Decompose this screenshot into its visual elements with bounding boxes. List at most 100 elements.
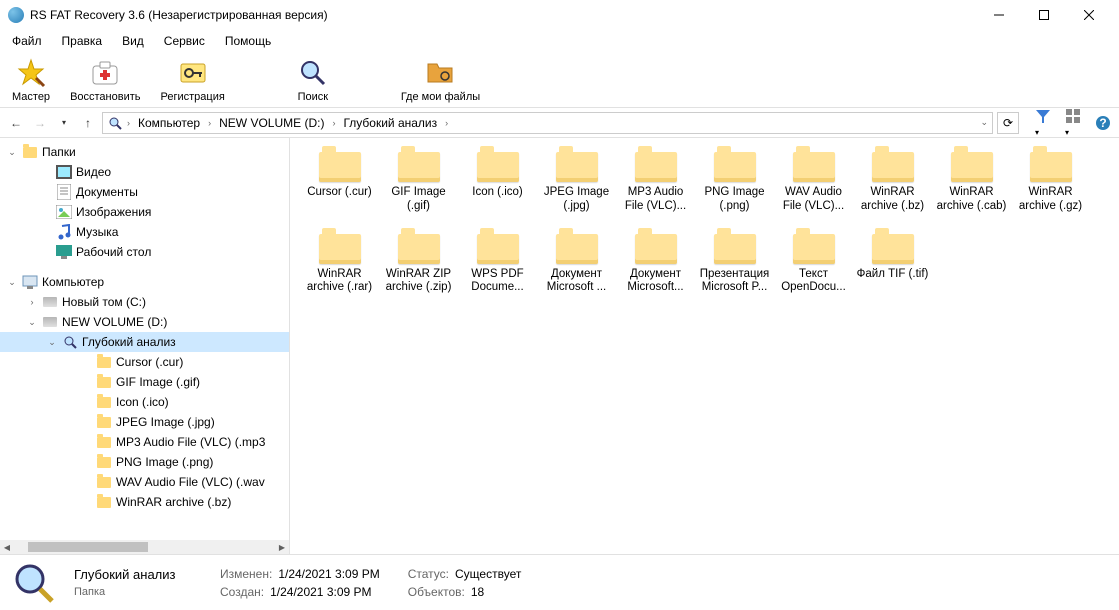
node-label: Icon (.ico)	[116, 395, 169, 409]
tree-item[interactable]: Документы	[0, 182, 289, 202]
grid-folder-item[interactable]: Cursor (.cur)	[302, 148, 377, 214]
grid-folder-item[interactable]: WinRAR archive (.bz)	[855, 148, 930, 214]
folder-icon	[632, 230, 680, 268]
node-icon	[22, 274, 38, 290]
refresh-button[interactable]: ⟳	[997, 112, 1019, 134]
expander-icon[interactable]: ›	[26, 297, 38, 307]
folder-icon	[790, 230, 838, 268]
where-button[interactable]: Где мои файлы	[397, 55, 484, 105]
address-dropdown-icon[interactable]: ⌄	[980, 117, 988, 128]
folder-icon	[1027, 148, 1075, 186]
crumb-computer[interactable]: Компьютер	[134, 116, 204, 130]
tree-subfolder[interactable]: PNG Image (.png)	[0, 452, 289, 472]
expander-icon[interactable]: ⌄	[26, 317, 38, 328]
grid-folder-item[interactable]: JPEG Image (.jpg)	[539, 148, 614, 214]
nav-back[interactable]: ←	[6, 113, 26, 133]
close-button[interactable]	[1066, 0, 1111, 30]
grid-folder-item[interactable]: Презентация Microsoft P...	[697, 230, 772, 296]
item-label: Icon (.ico)	[472, 186, 523, 200]
grid-folder-item[interactable]: WinRAR archive (.rar)	[302, 230, 377, 296]
tree-drive[interactable]: ›Новый том (C:)	[0, 292, 289, 312]
recover-label: Восстановить	[70, 91, 140, 103]
menu-view[interactable]: Вид	[114, 32, 152, 50]
chevron-right-icon: ›	[332, 118, 335, 128]
item-label: WinRAR archive (.gz)	[1013, 186, 1088, 214]
grid-folder-item[interactable]: WinRAR archive (.gz)	[1013, 148, 1088, 214]
tree-subfolder[interactable]: MP3 Audio File (VLC) (.mp3	[0, 432, 289, 452]
grid-folder-item[interactable]: Документ Microsoft ...	[539, 230, 614, 296]
created-value: 1/24/2021 3:09 PM	[270, 585, 371, 599]
tree-deepscan[interactable]: ⌄Глубокий анализ	[0, 332, 289, 352]
folder-icon	[869, 230, 917, 268]
tree-item[interactable]: Музыка	[0, 222, 289, 242]
grid-folder-item[interactable]: Текст OpenDocu...	[776, 230, 851, 296]
search-label: Поиск	[298, 91, 328, 103]
wizard-button[interactable]: Мастер	[8, 55, 54, 105]
expander-icon[interactable]: ⌄	[6, 147, 18, 158]
grid-folder-item[interactable]: WinRAR ZIP archive (.zip)	[381, 230, 456, 296]
menu-help[interactable]: Помощь	[217, 32, 279, 50]
node-icon	[56, 224, 72, 240]
toolbar: Мастер Восстановить Регистрация Поиск Гд…	[0, 52, 1119, 108]
menu-service[interactable]: Сервис	[156, 32, 213, 50]
crumb-deepscan[interactable]: Глубокий анализ	[339, 116, 441, 130]
created-label: Создан:	[220, 585, 264, 599]
maximize-button[interactable]	[1021, 0, 1066, 30]
crumb-volume[interactable]: NEW VOLUME (D:)	[215, 116, 328, 130]
tree-subfolder[interactable]: JPEG Image (.jpg)	[0, 412, 289, 432]
nav-up[interactable]: ↑	[78, 113, 98, 133]
tree-folders-root[interactable]: ⌄Папки	[0, 142, 289, 162]
tree-subfolder[interactable]: Cursor (.cur)	[0, 352, 289, 372]
nav-history-dropdown[interactable]: ▾	[54, 113, 74, 133]
window-title: RS FAT Recovery 3.6 (Незарегистрированна…	[30, 8, 976, 22]
menu-edit[interactable]: Правка	[54, 32, 111, 50]
item-label: JPEG Image (.jpg)	[539, 186, 614, 214]
folder-icon	[553, 230, 601, 268]
tree-item[interactable]: Рабочий стол	[0, 242, 289, 262]
help-button[interactable]: ?	[1093, 113, 1113, 133]
tree-subfolder[interactable]: WinRAR archive (.bz)	[0, 492, 289, 512]
grid-folder-item[interactable]: MP3 Audio File (VLC)...	[618, 148, 693, 214]
recover-button[interactable]: Восстановить	[66, 55, 144, 105]
node-label: Cursor (.cur)	[116, 355, 183, 369]
node-icon	[56, 184, 72, 200]
folder-icon	[395, 230, 443, 268]
grid-folder-item[interactable]: Icon (.ico)	[460, 148, 535, 214]
grid-folder-item[interactable]: GIF Image (.gif)	[381, 148, 456, 214]
item-label: Текст OpenDocu...	[776, 268, 851, 296]
tree-computer-root[interactable]: ⌄Компьютер	[0, 272, 289, 292]
minimize-button[interactable]	[976, 0, 1021, 30]
folder-icon	[632, 148, 680, 186]
grid-folder-item[interactable]: Файл TIF (.tif)	[855, 230, 930, 296]
expander-icon[interactable]: ⌄	[6, 277, 18, 288]
node-icon	[62, 334, 78, 350]
grid-folder-item[interactable]: Документ Microsoft...	[618, 230, 693, 296]
item-label: Cursor (.cur)	[307, 186, 372, 200]
tree-item[interactable]: Видео	[0, 162, 289, 182]
status-subtitle: Папка	[74, 586, 204, 598]
address-box[interactable]: › Компьютер › NEW VOLUME (D:) › Глубокий…	[102, 112, 993, 134]
key-icon	[177, 57, 209, 89]
tree-drive[interactable]: ⌄NEW VOLUME (D:)	[0, 312, 289, 332]
grid-folder-item[interactable]: WinRAR archive (.cab)	[934, 148, 1009, 214]
menu-file[interactable]: Файл	[4, 32, 50, 50]
item-label: PNG Image (.png)	[697, 186, 772, 214]
tree-subfolder[interactable]: GIF Image (.gif)	[0, 372, 289, 392]
node-icon	[56, 164, 72, 180]
tree-subfolder[interactable]: Icon (.ico)	[0, 392, 289, 412]
tree-item[interactable]: Изображения	[0, 202, 289, 222]
node-icon	[96, 394, 112, 410]
nav-forward[interactable]: →	[30, 113, 50, 133]
search-button[interactable]: Поиск	[293, 55, 333, 105]
register-button[interactable]: Регистрация	[157, 55, 229, 105]
tree-horizontal-scrollbar[interactable]: ◀▶	[0, 540, 289, 554]
filter-button[interactable]: ▾	[1033, 106, 1053, 140]
grid-folder-item[interactable]: WAV Audio File (VLC)...	[776, 148, 851, 214]
grid-folder-item[interactable]: WPS PDF Docume...	[460, 230, 535, 296]
view-mode-button[interactable]: ▾	[1063, 106, 1083, 140]
magnifier-icon	[297, 57, 329, 89]
grid-folder-item[interactable]: PNG Image (.png)	[697, 148, 772, 214]
wizard-icon	[15, 57, 47, 89]
expander-icon[interactable]: ⌄	[46, 337, 58, 348]
tree-subfolder[interactable]: WAV Audio File (VLC) (.wav	[0, 472, 289, 492]
